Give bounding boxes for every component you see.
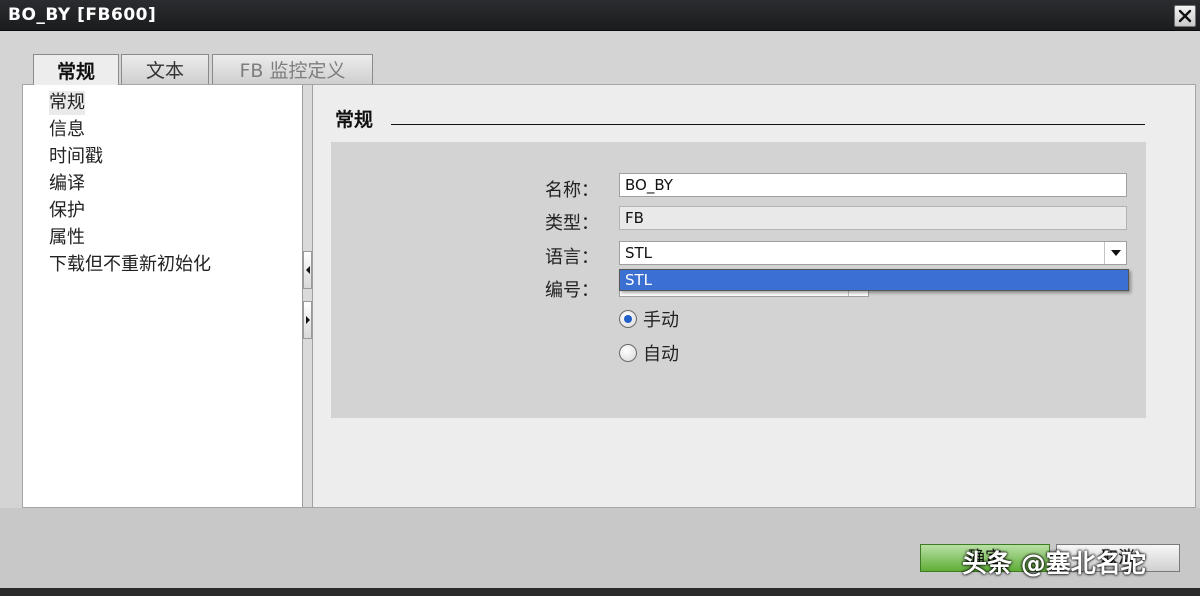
chevron-down-icon (1110, 250, 1121, 256)
name-label: 名称： (545, 180, 599, 201)
tab-fb-monitor-definition[interactable]: FB 监控定义 (212, 54, 373, 84)
nav-item-timestamp[interactable]: 时间戳 (49, 145, 103, 169)
navigation-tree: 常规 信息 时间戳 编译 保护 属性 下载但不重新初始化 (23, 85, 303, 507)
language-select[interactable]: STL (619, 241, 1127, 265)
expand-right-button[interactable] (303, 301, 312, 339)
tab-fb-monitor-definition-label: FB 监控定义 (239, 60, 346, 82)
type-label: 类型： (545, 213, 599, 234)
name-field[interactable]: BO_BY (619, 173, 1127, 197)
radio-manual-label: 手动 (643, 310, 679, 331)
radio-manual[interactable]: 手动 (619, 307, 679, 331)
radio-auto-button[interactable] (619, 344, 637, 362)
nav-item-info[interactable]: 信息 (49, 118, 85, 142)
nav-item-compile[interactable]: 编译 (49, 172, 85, 196)
section-divider (391, 124, 1145, 125)
radio-auto-label: 自动 (643, 344, 679, 365)
splitter[interactable] (303, 85, 313, 507)
language-option-stl[interactable]: STL (620, 270, 1128, 290)
tab-text[interactable]: 文本 (121, 54, 209, 84)
arrow-left-icon (306, 266, 310, 274)
section-title: 常规 (335, 109, 374, 131)
number-label: 编号： (545, 280, 599, 301)
nav-item-attributes[interactable]: 属性 (49, 226, 85, 250)
window-title: BO_BY [FB600] (8, 5, 157, 25)
language-dropdown-list: STL (619, 269, 1129, 291)
nav-item-protection[interactable]: 保护 (49, 199, 85, 223)
properties-dialog: BO_BY [FB600] 常规 文本 FB 监控定义 常规 信息 时间戳 编译… (0, 0, 1200, 596)
content-area: 常规 信息 时间戳 编译 保护 属性 下载但不重新初始化 常规 名称： BO_B… (22, 84, 1196, 508)
watermark: 头条 @塞北名驼 (962, 549, 1146, 578)
close-button[interactable] (1174, 5, 1196, 27)
radio-manual-button[interactable] (619, 310, 637, 328)
language-value: STL (625, 244, 653, 262)
nav-item-general[interactable]: 常规 (49, 91, 85, 115)
close-icon (1178, 9, 1192, 23)
type-field: FB (619, 206, 1127, 230)
collapse-left-button[interactable] (303, 251, 312, 289)
nav-item-label: 下载但不重新初始化 (49, 254, 211, 275)
nav-item-label: 保护 (49, 200, 85, 221)
nav-item-label: 属性 (49, 227, 85, 248)
language-label: 语言： (545, 247, 599, 268)
nav-item-label: 时间戳 (49, 146, 103, 167)
language-dropdown-button[interactable] (1104, 242, 1126, 264)
name-value: BO_BY (625, 176, 673, 194)
nav-item-label: 常规 (49, 92, 85, 113)
tab-general-label: 常规 (56, 60, 95, 83)
nav-item-download-without-reinit[interactable]: 下载但不重新初始化 (49, 253, 211, 277)
tab-general[interactable]: 常规 (33, 54, 119, 85)
title-bar: BO_BY [FB600] (0, 0, 1200, 31)
arrow-right-icon (306, 316, 310, 324)
bottom-edge (0, 588, 1200, 596)
radio-auto[interactable]: 自动 (619, 341, 679, 365)
tab-text-label: 文本 (145, 60, 184, 82)
nav-item-label: 信息 (49, 119, 85, 140)
type-value: FB (625, 209, 644, 227)
nav-item-label: 编译 (49, 173, 85, 194)
